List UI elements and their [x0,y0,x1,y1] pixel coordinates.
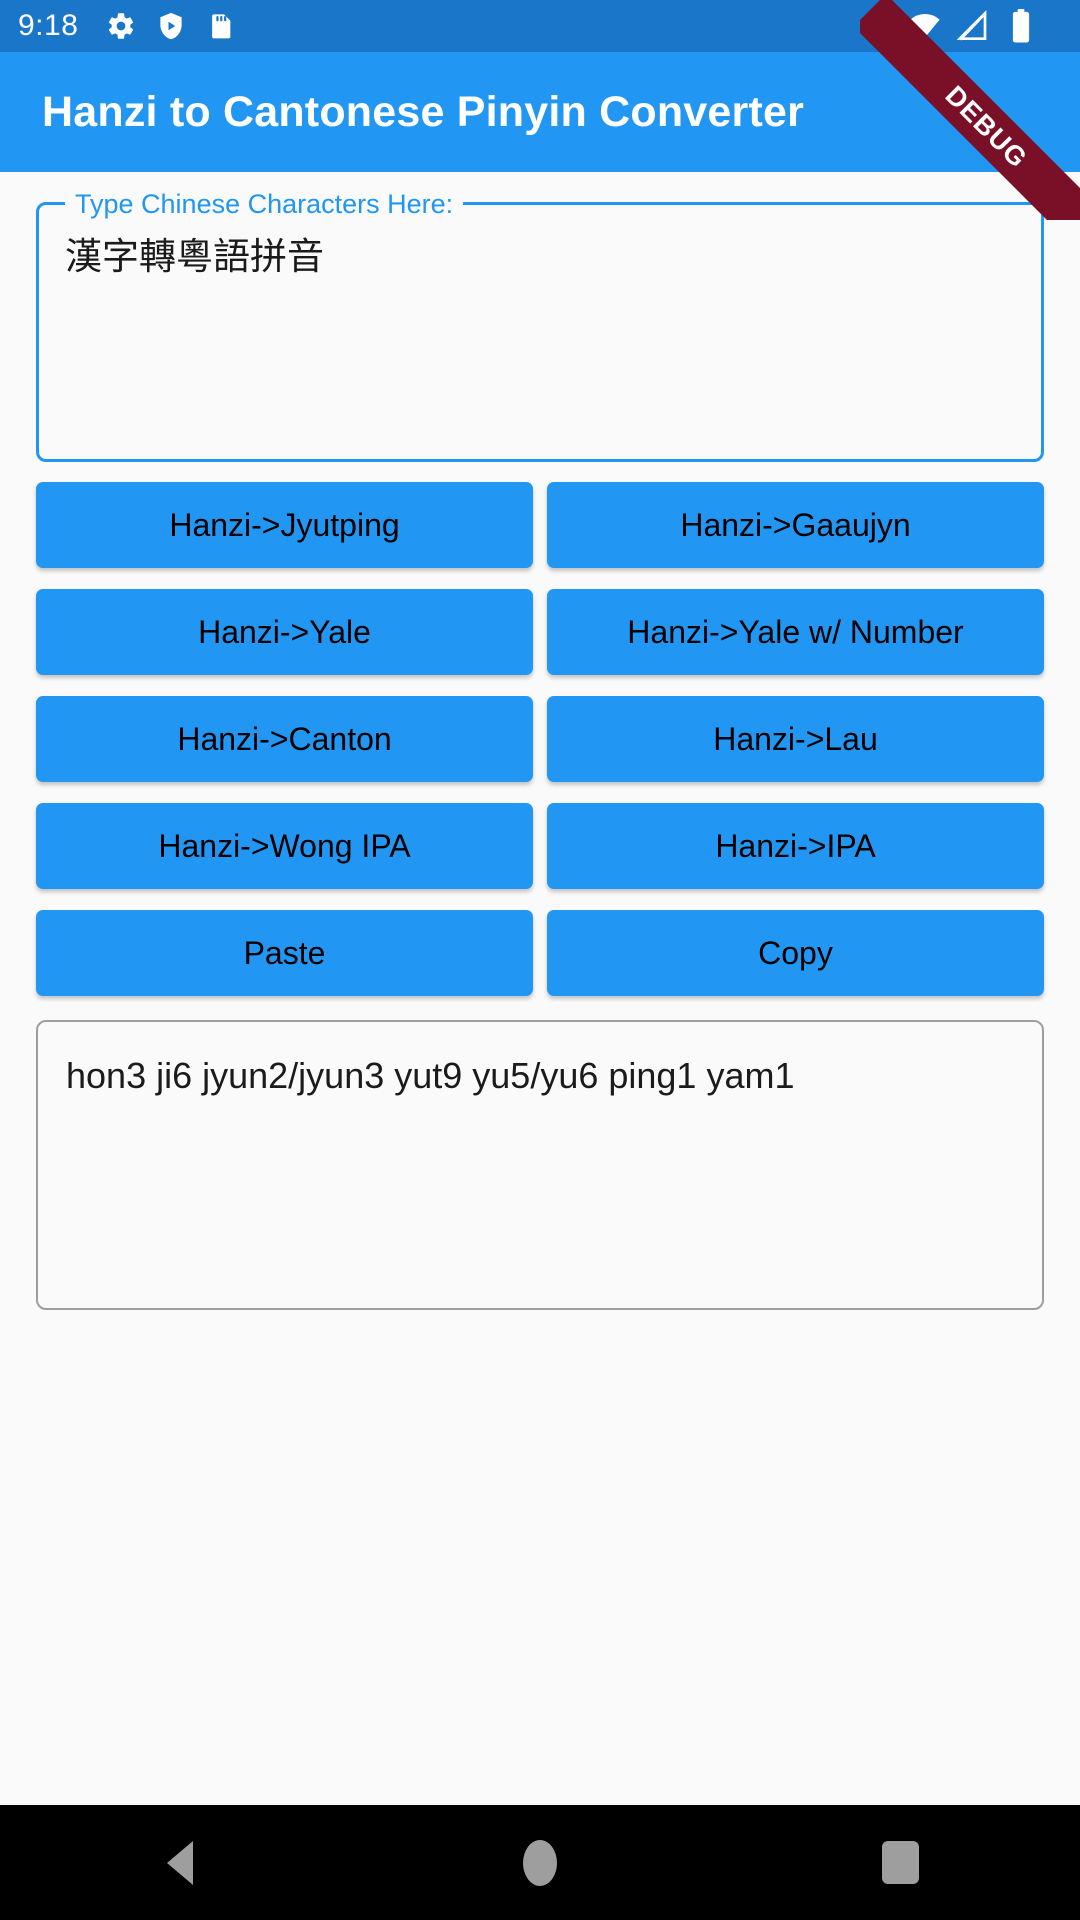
hanzi-to-jyutping-button[interactable]: Hanzi->Jyutping [36,482,533,568]
hanzi-to-yale-button[interactable]: Hanzi->Yale [36,589,533,675]
home-icon [523,1839,557,1886]
button-row: Hanzi->Jyutping Hanzi->Gaaujyn [36,482,1044,568]
signal-off-icon [956,9,990,43]
button-row: Hanzi->Yale Hanzi->Yale w/ Number [36,589,1044,675]
main-content: Type Chinese Characters Here: 漢字轉粵語拼音 Ha… [0,172,1080,1805]
hanzi-to-yale-number-button[interactable]: Hanzi->Yale w/ Number [547,589,1044,675]
pinyin-output-value: hon3 ji6 jyun2/jyun3 yut9 yu5/yu6 ping1 … [66,1055,795,1096]
pinyin-output-field[interactable]: hon3 ji6 jyun2/jyun3 yut9 yu5/yu6 ping1 … [36,1020,1044,1310]
gear-icon [104,9,138,43]
hanzi-to-lau-button[interactable]: Hanzi->Lau [547,696,1044,782]
android-nav-bar [0,1805,1080,1920]
wifi-icon [908,9,942,43]
battery-icon [1004,9,1038,43]
back-icon [167,1840,193,1885]
copy-button[interactable]: Copy [547,910,1044,996]
button-row: Paste Copy [36,910,1044,996]
hanzi-input-label: Type Chinese Characters Here: [65,187,464,221]
nav-back-button[interactable] [0,1840,360,1885]
nav-recents-button[interactable] [720,1841,1080,1884]
hanzi-to-ipa-button[interactable]: Hanzi->IPA [547,803,1044,889]
hanzi-to-gaaujyn-button[interactable]: Hanzi->Gaaujyn [547,482,1044,568]
hanzi-input-field[interactable]: Type Chinese Characters Here: 漢字轉粵語拼音 [36,187,1044,462]
paste-button[interactable]: Paste [36,910,533,996]
status-right-icons [908,9,1062,43]
conversion-button-grid: Hanzi->Jyutping Hanzi->Gaaujyn Hanzi->Ya… [36,482,1044,996]
sd-card-icon [204,9,238,43]
page-title: Hanzi to Cantonese Pinyin Converter [42,87,805,136]
hanzi-to-canton-button[interactable]: Hanzi->Canton [36,696,533,782]
status-clock: 9:18 [18,9,79,42]
recents-icon [881,1841,919,1884]
hanzi-input-value[interactable]: 漢字轉粵語拼音 [65,233,1015,281]
button-row: Hanzi->Wong IPA Hanzi->IPA [36,803,1044,889]
shield-play-icon [154,9,188,43]
button-row: Hanzi->Canton Hanzi->Lau [36,696,1044,782]
hanzi-to-wong-ipa-button[interactable]: Hanzi->Wong IPA [36,803,533,889]
status-bar: 9:18 [0,0,1080,52]
app-bar: Hanzi to Cantonese Pinyin Converter [0,52,1080,172]
nav-home-button[interactable] [360,1839,720,1886]
